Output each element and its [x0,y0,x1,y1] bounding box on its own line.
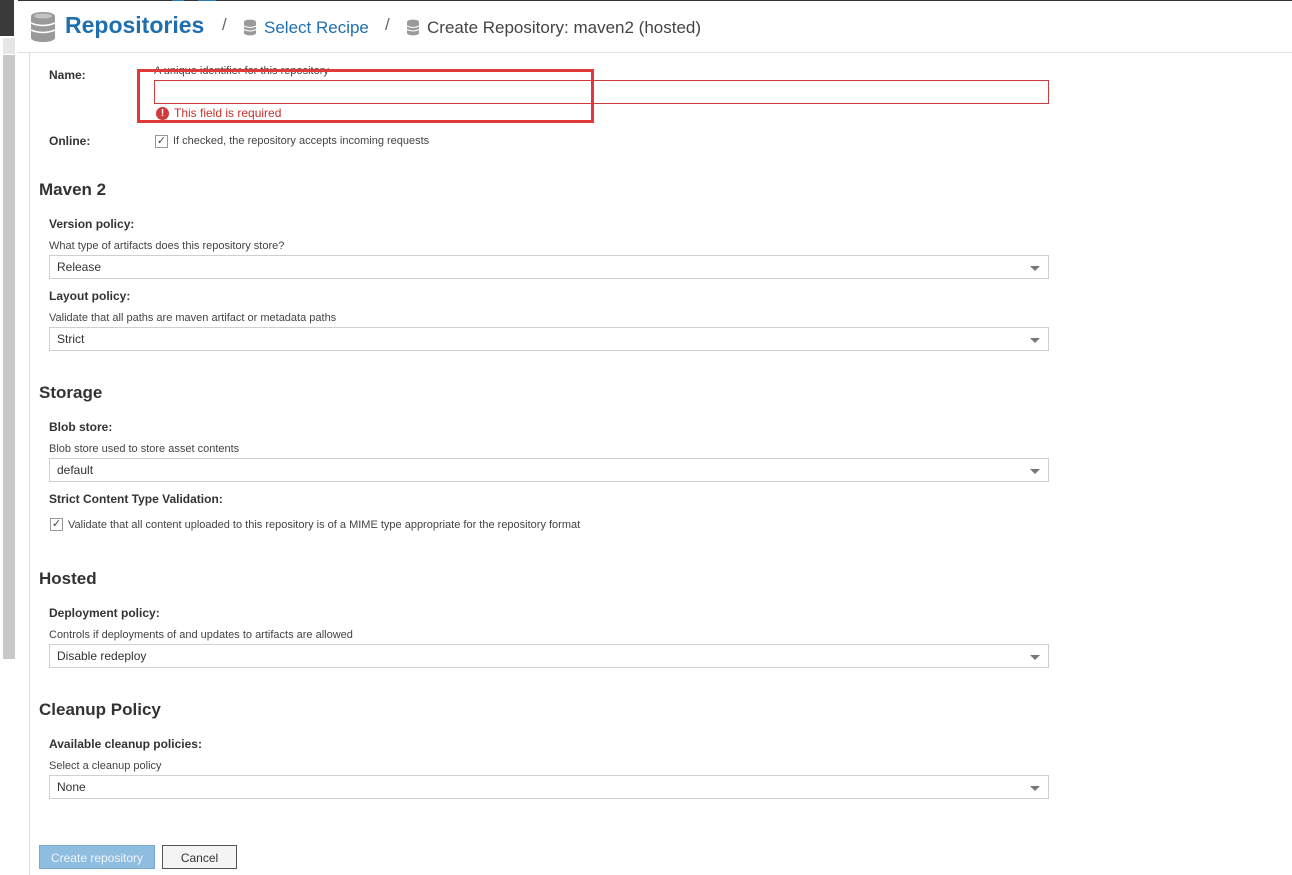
breadcrumb-separator: / [385,15,390,34]
strict-validation-checkbox[interactable]: ✓ [50,518,63,531]
breadcrumb-separator: / [222,15,227,34]
caret-down-icon [1030,786,1040,791]
layout-policy-help: Validate that all paths are maven artifa… [49,312,337,324]
database-icon [30,12,56,42]
breadcrumb-repositories[interactable]: Repositories [65,12,204,39]
scrollbar-thumb[interactable] [3,55,15,659]
version-policy-help: What type of artifacts does this reposit… [49,240,285,252]
layout-policy-value: Strict [57,332,85,346]
scrollbar-track [3,38,15,54]
deployment-policy-help: Controls if deployments of and updates t… [49,629,353,641]
section-hosted-title: Hosted [39,569,97,588]
caret-down-icon [1030,338,1040,343]
version-policy-label: Version policy: [49,217,135,231]
database-icon [406,19,420,36]
layout-policy-label: Layout policy: [49,289,131,303]
breadcrumb-current: Create Repository: maven2 (hosted) [427,18,702,37]
online-help: If checked, the repository accepts incom… [173,135,430,147]
database-icon [243,19,257,36]
version-policy-select[interactable]: Release [49,255,1049,279]
annotation-highlight-box [137,69,594,123]
blob-store-label: Blob store: [49,420,113,434]
blob-store-value: default [57,463,94,477]
deployment-policy-select[interactable]: Disable redeploy [49,644,1049,668]
name-label: Name: [49,68,86,82]
cleanup-policies-help: Select a cleanup policy [49,760,162,772]
layout-policy-select[interactable]: Strict [49,327,1049,351]
version-policy-value: Release [57,260,102,274]
create-repository-button[interactable]: Create repository [39,845,155,869]
left-scroll-strip [0,0,18,875]
breadcrumb-select-recipe[interactable]: Select Recipe [264,18,369,38]
online-checkbox[interactable]: ✓ [155,135,168,148]
online-label: Online: [49,134,91,148]
caret-down-icon [1030,655,1040,660]
blob-store-select[interactable]: default [49,458,1049,482]
cancel-button[interactable]: Cancel [162,845,237,869]
section-storage-title: Storage [39,383,103,402]
deployment-policy-value: Disable redeploy [57,649,147,663]
cleanup-policy-select[interactable]: None [49,775,1049,799]
content-divider [29,53,30,875]
cleanup-policy-value: None [57,780,86,794]
caret-down-icon [1030,266,1040,271]
blob-store-help: Blob store used to store asset contents [49,443,240,455]
strict-validation-help: Validate that all content uploaded to th… [68,519,581,531]
section-cleanup-title: Cleanup Policy [39,700,161,719]
breadcrumb: Repositories / Select Recipe / Create Re… [18,1,1292,53]
cleanup-policies-label: Available cleanup policies: [49,737,202,751]
left-dark-block [0,0,14,36]
strict-validation-label: Strict Content Type Validation: [49,492,223,506]
deployment-policy-label: Deployment policy: [49,606,160,620]
caret-down-icon [1030,469,1040,474]
section-maven2-title: Maven 2 [39,180,107,199]
